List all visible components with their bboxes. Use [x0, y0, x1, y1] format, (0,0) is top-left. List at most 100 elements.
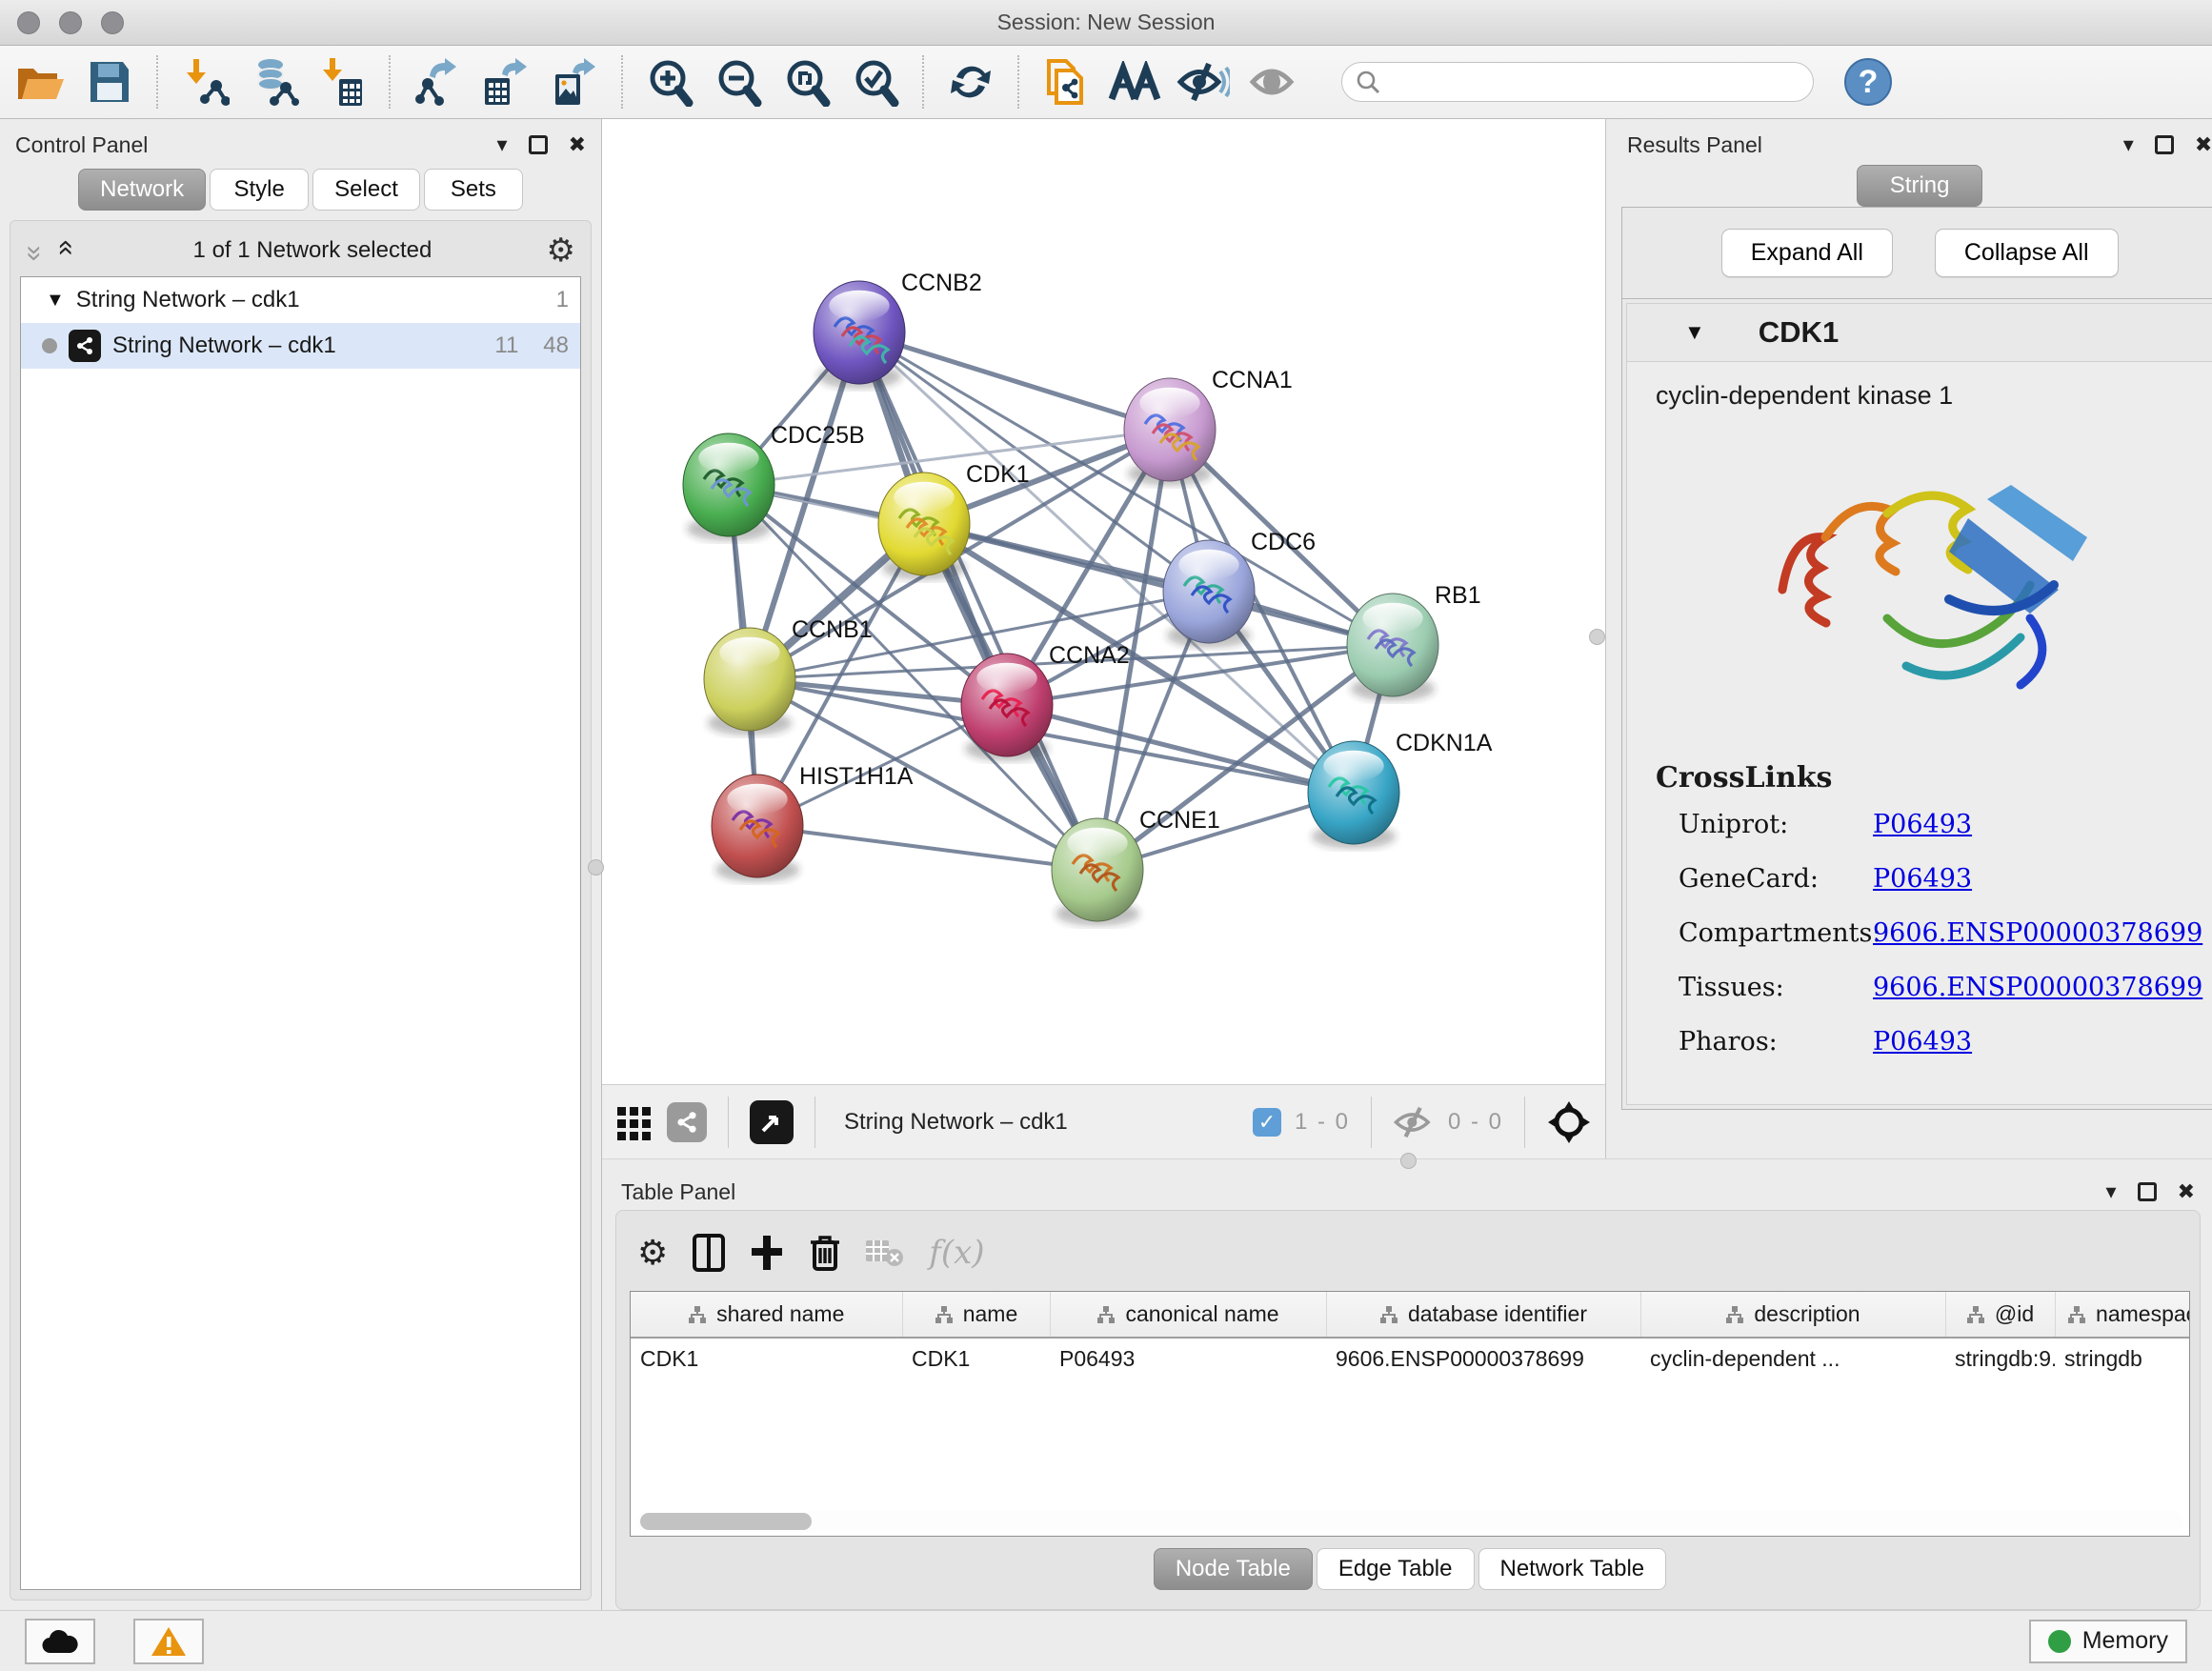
network-canvas[interactable]: CCNB2CCNA1CDC25BCDK1CDC6RB1CCNB1CCNA2CDK…: [602, 119, 1605, 1084]
network-edge-CDK1-RB1[interactable]: [924, 524, 1393, 645]
results-panel-title: Results Panel: [1627, 132, 1762, 158]
tab-network[interactable]: Network: [78, 169, 206, 211]
function-builder-icon[interactable]: f(x): [929, 1234, 984, 1272]
panel-menu-icon[interactable]: ▾: [2123, 132, 2134, 157]
node-entry-header[interactable]: ▼ CDK1: [1626, 303, 2212, 361]
share-view-icon[interactable]: [667, 1102, 707, 1142]
warnings-button[interactable]: [133, 1619, 204, 1664]
panel-close-icon[interactable]: ✖: [569, 132, 586, 157]
column-header-description[interactable]: description: [1640, 1292, 1945, 1338]
network-edge-HIST1H1A-CCNE1[interactable]: [757, 826, 1097, 870]
import-network-from-database-button[interactable]: [246, 54, 301, 110]
panel-close-icon[interactable]: ✖: [2178, 1179, 2195, 1204]
tab-edge-table[interactable]: Edge Table: [1317, 1548, 1475, 1590]
search-box[interactable]: [1341, 62, 1814, 102]
birds-eye-view-icon[interactable]: [750, 1100, 794, 1144]
zoom-selected-button[interactable]: [848, 54, 903, 110]
column-type-icon: [1379, 1306, 1398, 1323]
right-splitter-handle[interactable]: [1589, 629, 1605, 645]
hide-selection-button[interactable]: [1176, 54, 1231, 110]
import-network-from-file-button[interactable]: [177, 54, 232, 110]
center-splitter-handle[interactable]: [1400, 1153, 1417, 1169]
column-header-database-identifier[interactable]: database identifier: [1326, 1292, 1640, 1338]
collapse-all-networks-icon[interactable]: »: [18, 246, 50, 256]
first-neighbors-button[interactable]: [1107, 54, 1162, 110]
export-image-button[interactable]: [547, 54, 602, 110]
crosslink-link[interactable]: P06493: [1873, 1027, 1972, 1057]
show-columns-icon[interactable]: [693, 1234, 725, 1272]
crosslink-link[interactable]: 9606.ENSP00000378699: [1873, 918, 2202, 948]
zoom-fit-button[interactable]: [779, 54, 835, 110]
fit-selection-crosshair-icon[interactable]: [1546, 1099, 1592, 1145]
zoom-out-icon: [714, 57, 763, 107]
network-node-CDK1[interactable]: CDK1: [878, 461, 1030, 580]
panel-float-icon[interactable]: [2138, 1182, 2157, 1201]
delete-table-icon[interactable]: [866, 1238, 904, 1267]
search-input[interactable]: [1390, 70, 1800, 94]
delete-column-trash-icon[interactable]: [809, 1233, 841, 1273]
network-graph[interactable]: CCNB2CCNA1CDC25BCDK1CDC6RB1CCNB1CCNA2CDK…: [602, 119, 1605, 1084]
tab-string[interactable]: String: [1857, 165, 1983, 207]
expand-all-button[interactable]: Expand All: [1721, 229, 1893, 277]
network-node-CDC25B[interactable]: CDC25B: [683, 422, 865, 541]
scrollbar-thumb[interactable]: [640, 1513, 812, 1530]
toolbar-separator: [1371, 1097, 1372, 1148]
zoom-in-button[interactable]: [642, 54, 697, 110]
help-button[interactable]: ?: [1844, 58, 1892, 106]
show-all-button[interactable]: [1244, 54, 1299, 110]
table-settings-gear-icon[interactable]: ⚙: [637, 1233, 668, 1273]
network-collection-row[interactable]: ▼ String Network – cdk1 1: [21, 277, 580, 323]
crosslink-link[interactable]: P06493: [1873, 810, 1972, 839]
expand-all-networks-icon[interactable]: »: [48, 246, 80, 256]
column-header-@id[interactable]: @id: [1945, 1292, 2055, 1338]
column-header-canonical-name[interactable]: canonical name: [1050, 1292, 1326, 1338]
network-node-RB1[interactable]: RB1: [1347, 582, 1481, 701]
entry-expander-icon[interactable]: ▼: [1684, 320, 1705, 345]
apply-layout-button[interactable]: [943, 54, 998, 110]
network-node-CCNA2[interactable]: CCNA2: [961, 642, 1130, 761]
panel-menu-icon[interactable]: ▾: [2106, 1179, 2117, 1204]
selected-nodes-checkbox[interactable]: ✓: [1253, 1108, 1281, 1137]
export-network-button[interactable]: [410, 54, 465, 110]
tab-select[interactable]: Select: [312, 169, 420, 211]
zoom-out-button[interactable]: [711, 54, 766, 110]
open-session-button[interactable]: [13, 54, 69, 110]
hidden-eye-icon[interactable]: [1393, 1105, 1435, 1139]
network-node-CCNB1[interactable]: CCNB1: [704, 616, 873, 735]
network-edge-CCNB2-CCNA1[interactable]: [859, 332, 1170, 430]
create-column-plus-icon[interactable]: [750, 1234, 784, 1272]
panel-close-icon[interactable]: ✖: [2195, 132, 2212, 157]
left-splitter-handle[interactable]: [588, 859, 604, 876]
network-node-CDC6[interactable]: CDC6: [1163, 529, 1316, 648]
tab-style[interactable]: Style: [210, 169, 309, 211]
table-row[interactable]: CDK1CDK1P064939606.ENSP00000378699cyclin…: [631, 1338, 2190, 1379]
panel-float-icon[interactable]: [2155, 135, 2174, 154]
grid-view-icon[interactable]: [615, 1103, 654, 1141]
tab-sets[interactable]: Sets: [424, 169, 523, 211]
network-row-selected[interactable]: String Network – cdk1 11 48: [21, 323, 580, 369]
column-header-shared-name[interactable]: shared name: [631, 1292, 902, 1338]
network-node-CDKN1A[interactable]: CDKN1A: [1308, 730, 1493, 849]
column-header-name[interactable]: name: [902, 1292, 1050, 1338]
panel-float-icon[interactable]: [529, 135, 548, 154]
export-table-button[interactable]: [478, 54, 533, 110]
save-session-button[interactable]: [82, 54, 137, 110]
network-node-CCNE1[interactable]: CCNE1: [1052, 807, 1220, 926]
crosslink-link[interactable]: 9606.ENSP00000378699: [1873, 973, 2202, 1002]
panel-menu-icon[interactable]: ▾: [497, 132, 508, 157]
tab-node-table[interactable]: Node Table: [1154, 1548, 1313, 1590]
network-manager: » » 1 of 1 Network selected ⚙ ▼ String N…: [10, 220, 592, 1601]
memory-button[interactable]: Memory: [2029, 1620, 2187, 1663]
network-node-CCNB2[interactable]: CCNB2: [814, 270, 982, 389]
table-horizontal-scrollbar[interactable]: [636, 1511, 2183, 1532]
network-node-HIST1H1A[interactable]: HIST1H1A: [712, 763, 914, 882]
collapse-all-button[interactable]: Collapse All: [1935, 229, 2119, 277]
column-header-namespace[interactable]: namespace: [2055, 1292, 2190, 1338]
collection-expander-icon[interactable]: ▼: [46, 290, 65, 312]
crosslink-link[interactable]: P06493: [1873, 864, 1972, 894]
cloud-status-button[interactable]: [25, 1619, 95, 1664]
new-network-from-selection-button[interactable]: [1038, 54, 1094, 110]
import-table-from-file-button[interactable]: [314, 54, 370, 110]
tab-network-table[interactable]: Network Table: [1478, 1548, 1667, 1590]
network-options-gear-icon[interactable]: ⚙: [547, 232, 575, 270]
